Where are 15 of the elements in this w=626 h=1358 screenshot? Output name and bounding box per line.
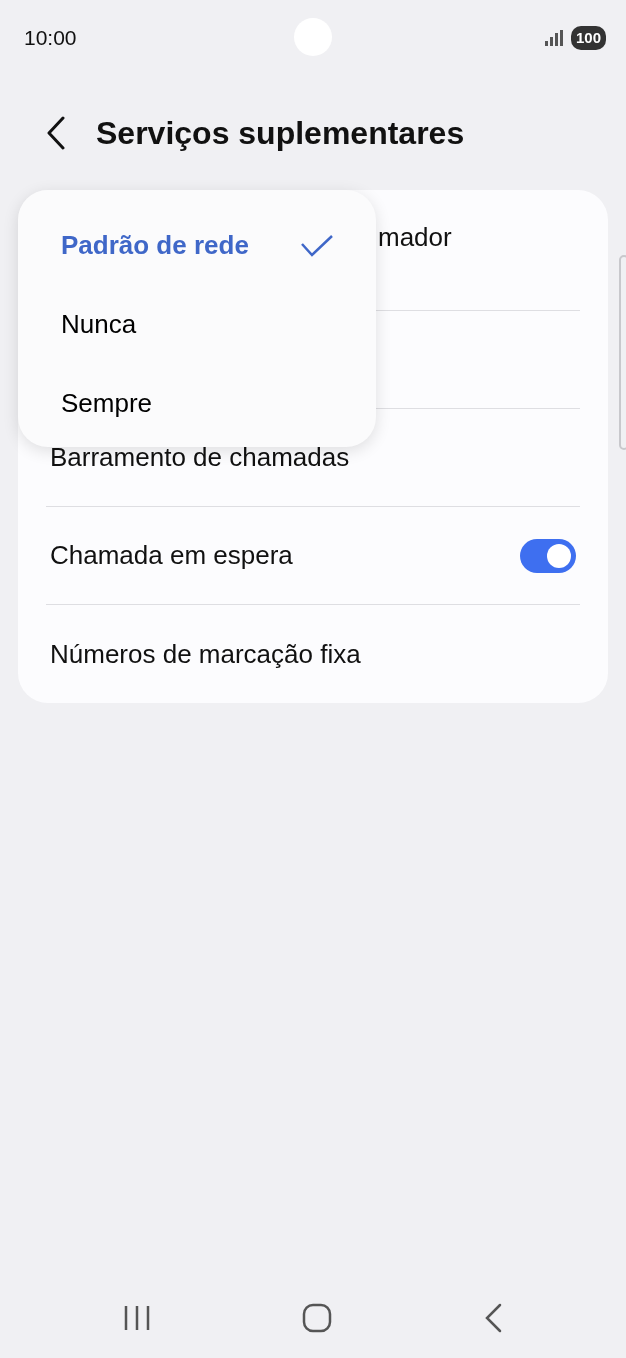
recent-apps-icon[interactable] [123, 1304, 152, 1332]
menu-option[interactable]: Sempre [18, 364, 376, 443]
toggle-switch[interactable] [520, 538, 576, 573]
signal-icon [544, 30, 563, 46]
status-time: 10:00 [24, 25, 77, 52]
page-title: Serviços suplementares [96, 114, 465, 153]
check-icon [300, 233, 334, 258]
menu-option[interactable]: Nunca [18, 285, 376, 364]
back-icon[interactable] [46, 116, 66, 150]
battery-level: 100 [570, 25, 606, 51]
menu-option[interactable]: Padrão de rede [18, 206, 376, 285]
setting-label[interactable]: Chamada em espera [50, 536, 293, 575]
setting-label[interactable]: Números de marcação fixa [50, 634, 361, 674]
home-icon[interactable] [302, 1303, 332, 1333]
setting-label[interactable]: mador [378, 218, 452, 257]
